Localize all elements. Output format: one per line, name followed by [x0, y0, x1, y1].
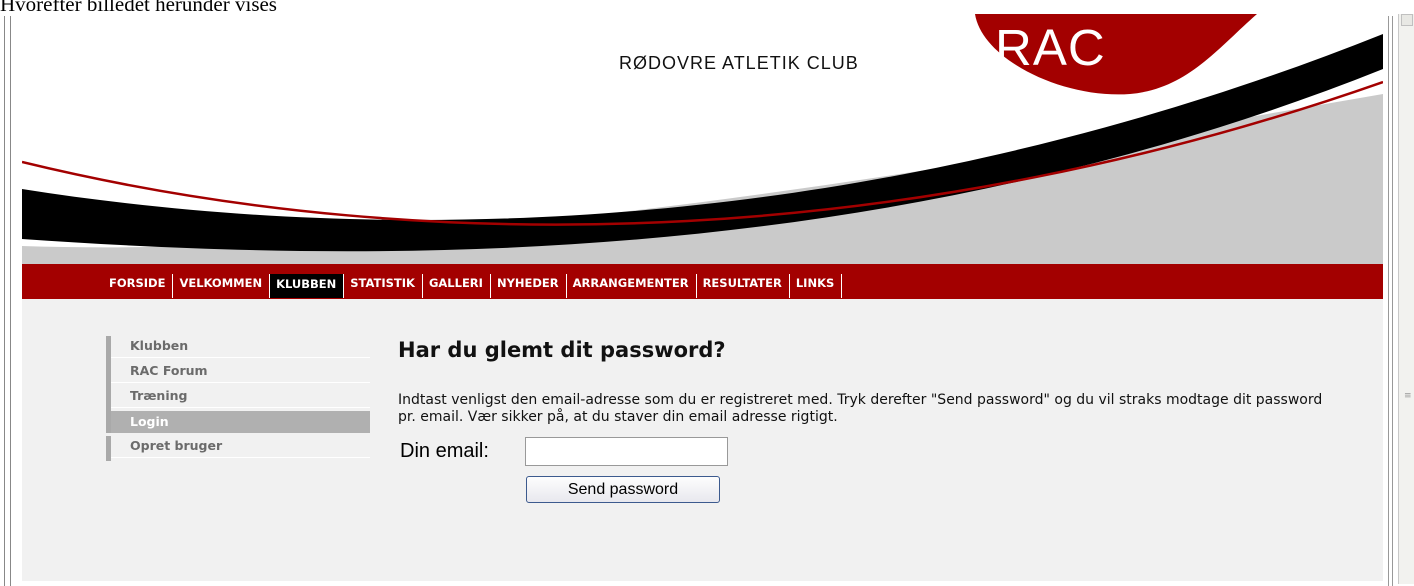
email-label: Din email:	[400, 440, 489, 462]
submenu-item-opret-bruger[interactable]: Opret bruger	[106, 436, 370, 461]
nav-links[interactable]: LINKS	[790, 274, 843, 298]
instructions-text: Indtast venligst den email-adresse som d…	[398, 392, 1323, 425]
email-field[interactable]	[525, 437, 728, 466]
window-right-border	[1388, 16, 1393, 586]
scroll-grip-icon: ≡	[1404, 391, 1412, 401]
submenu-item-rac-forum[interactable]: RAC Forum	[106, 361, 370, 386]
nav-velkommen[interactable]: VELKOMMEN	[173, 274, 271, 298]
site-header: RØDOVRE ATLETIK CLUB RAC	[22, 14, 1383, 264]
main-nav: FORSIDE VELKOMMEN KLUBBEN STATISTIK GALL…	[109, 274, 843, 298]
nav-arrangementer[interactable]: ARRANGEMENTER	[567, 274, 697, 298]
submenu-item-klubben[interactable]: Klubben	[106, 336, 370, 361]
window-left-border	[4, 16, 11, 586]
club-name: RØDOVRE ATLETIK CLUB	[619, 53, 859, 73]
submenu-item-traening[interactable]: Træning	[106, 386, 370, 411]
header-swoosh-graphic	[22, 14, 1383, 264]
website: RØDOVRE ATLETIK CLUB RAC FORSIDE VELKOMM…	[22, 14, 1383, 581]
club-submenu: Klubben RAC Forum Træning Login Opret br…	[106, 336, 370, 461]
nav-nyheder[interactable]: NYHEDER	[491, 274, 567, 298]
vertical-scrollbar[interactable]: ≡	[1398, 14, 1414, 584]
send-password-button[interactable]: Send password	[526, 476, 720, 503]
nav-klubben[interactable]: KLUBBEN	[270, 274, 345, 298]
nav-forside[interactable]: FORSIDE	[109, 274, 174, 298]
main-nav-bar: FORSIDE VELKOMMEN KLUBBEN STATISTIK GALL…	[22, 264, 1383, 299]
nav-galleri[interactable]: GALLERI	[423, 274, 491, 298]
nav-statistik[interactable]: STATISTIK	[344, 274, 423, 298]
rac-logo: RAC	[995, 19, 1106, 76]
scroll-up-button[interactable]	[1401, 14, 1413, 26]
nav-resultater[interactable]: RESULTATER	[697, 274, 790, 298]
page-title: Har du glemt dit password?	[398, 338, 726, 362]
submenu-item-login[interactable]: Login	[106, 411, 370, 433]
